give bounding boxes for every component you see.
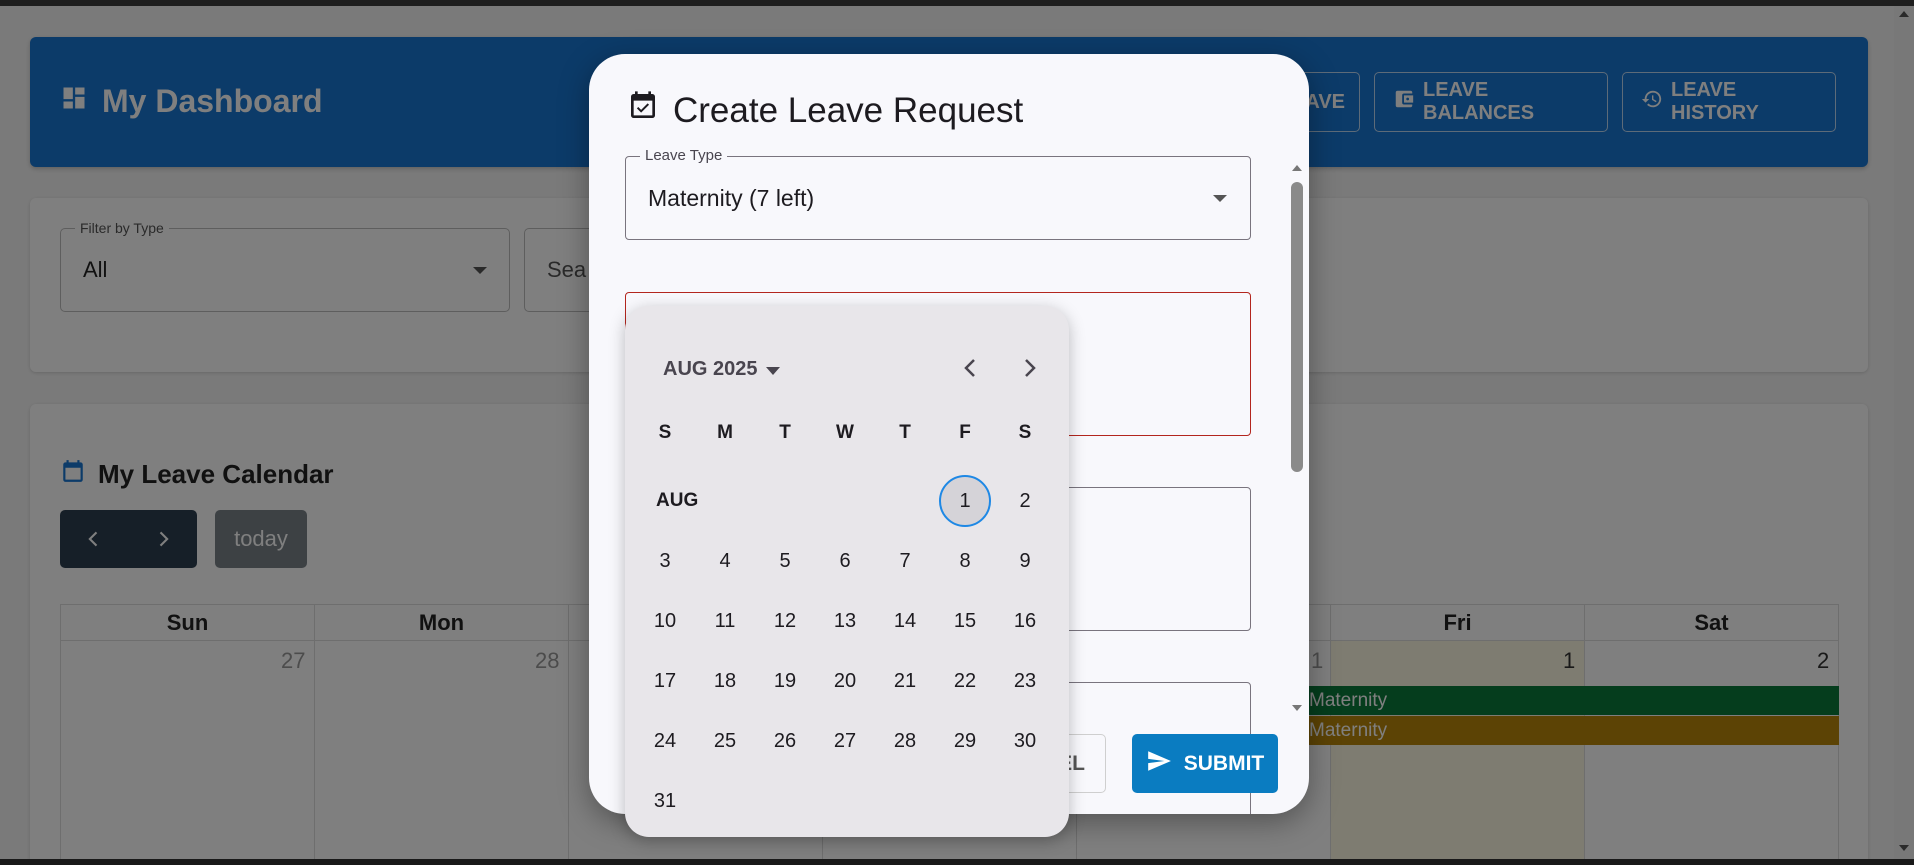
chevron-right-icon bbox=[1025, 359, 1036, 377]
weekday-label: F bbox=[959, 422, 971, 443]
day-button[interactable]: 3 bbox=[639, 535, 691, 587]
day-button[interactable]: 7 bbox=[879, 535, 931, 587]
day-button[interactable]: 2 bbox=[999, 475, 1051, 527]
chevron-down-icon bbox=[1213, 195, 1227, 202]
weekday-label: T bbox=[899, 422, 911, 443]
submit-button[interactable]: SUBMIT bbox=[1132, 734, 1278, 793]
arrow-drop-down-icon bbox=[765, 358, 780, 381]
day-button[interactable]: 21 bbox=[879, 655, 931, 707]
weekday-label: T bbox=[779, 422, 791, 443]
day-button[interactable]: 22 bbox=[939, 655, 991, 707]
leave-type-select[interactable]: Leave Type Maternity (7 left) bbox=[625, 147, 1251, 240]
day-button[interactable]: 14 bbox=[879, 595, 931, 647]
day-button[interactable]: 10 bbox=[639, 595, 691, 647]
day-button[interactable]: 15 bbox=[939, 595, 991, 647]
event-available-icon bbox=[627, 90, 659, 131]
weekday-label: S bbox=[1018, 422, 1032, 443]
weekday-label: W bbox=[836, 422, 854, 443]
weekday-label: S bbox=[658, 422, 672, 443]
day-button[interactable]: 24 bbox=[639, 715, 691, 767]
month-row-label: AUG bbox=[656, 490, 699, 511]
leave-type-value: Maternity (7 left) bbox=[648, 185, 815, 211]
app-root: My Dashboard AVE LEAVE BALANCES LEAVE HI… bbox=[0, 0, 1914, 865]
day-button[interactable]: 6 bbox=[819, 535, 871, 587]
scroll-down-icon bbox=[1292, 705, 1302, 711]
day-button[interactable]: 11 bbox=[699, 595, 751, 647]
day-button[interactable]: 31 bbox=[639, 775, 691, 827]
day-button[interactable]: 9 bbox=[999, 535, 1051, 587]
day-button[interactable]: 28 bbox=[879, 715, 931, 767]
day-button[interactable]: 19 bbox=[759, 655, 811, 707]
dialog-title-text: Create Leave Request bbox=[673, 90, 1024, 130]
chevron-left-icon bbox=[964, 359, 975, 377]
day-button-selected[interactable]: 1 bbox=[939, 475, 991, 527]
day-button[interactable]: 5 bbox=[759, 535, 811, 587]
day-button[interactable]: 20 bbox=[819, 655, 871, 707]
day-button[interactable]: 30 bbox=[999, 715, 1051, 767]
leave-type-label: Leave Type bbox=[640, 147, 728, 164]
day-button[interactable]: 4 bbox=[699, 535, 751, 587]
dialog-title: Create Leave Request bbox=[627, 90, 1023, 131]
day-button[interactable]: 17 bbox=[639, 655, 691, 707]
day-button[interactable]: 25 bbox=[699, 715, 751, 767]
submit-label: SUBMIT bbox=[1183, 751, 1265, 775]
day-button[interactable]: 26 bbox=[759, 715, 811, 767]
month-year-label: AUG 2025 bbox=[663, 358, 758, 380]
day-button[interactable]: 16 bbox=[999, 595, 1051, 647]
weekday-label: M bbox=[717, 422, 733, 443]
day-button[interactable]: 8 bbox=[939, 535, 991, 587]
date-picker: AUG 2025 SMTWTFS AUG 1 2 3 4 5 6 7 8 9 10 11 12 13 14… bbox=[625, 306, 1069, 837]
day-button[interactable]: 23 bbox=[999, 655, 1051, 707]
scroll-up-icon bbox=[1292, 165, 1302, 171]
day-button[interactable]: 27 bbox=[819, 715, 871, 767]
month-year-selector[interactable]: AUG 2025 bbox=[663, 358, 780, 381]
day-button[interactable]: 12 bbox=[759, 595, 811, 647]
dialog-scroll-thumb[interactable] bbox=[1291, 182, 1303, 472]
day-button[interactable]: 18 bbox=[699, 655, 751, 707]
prev-month-arrow[interactable] bbox=[952, 350, 988, 386]
next-month-arrow[interactable] bbox=[1012, 350, 1048, 386]
day-button[interactable]: 13 bbox=[819, 595, 871, 647]
send-icon bbox=[1146, 748, 1172, 780]
day-button[interactable]: 29 bbox=[939, 715, 991, 767]
